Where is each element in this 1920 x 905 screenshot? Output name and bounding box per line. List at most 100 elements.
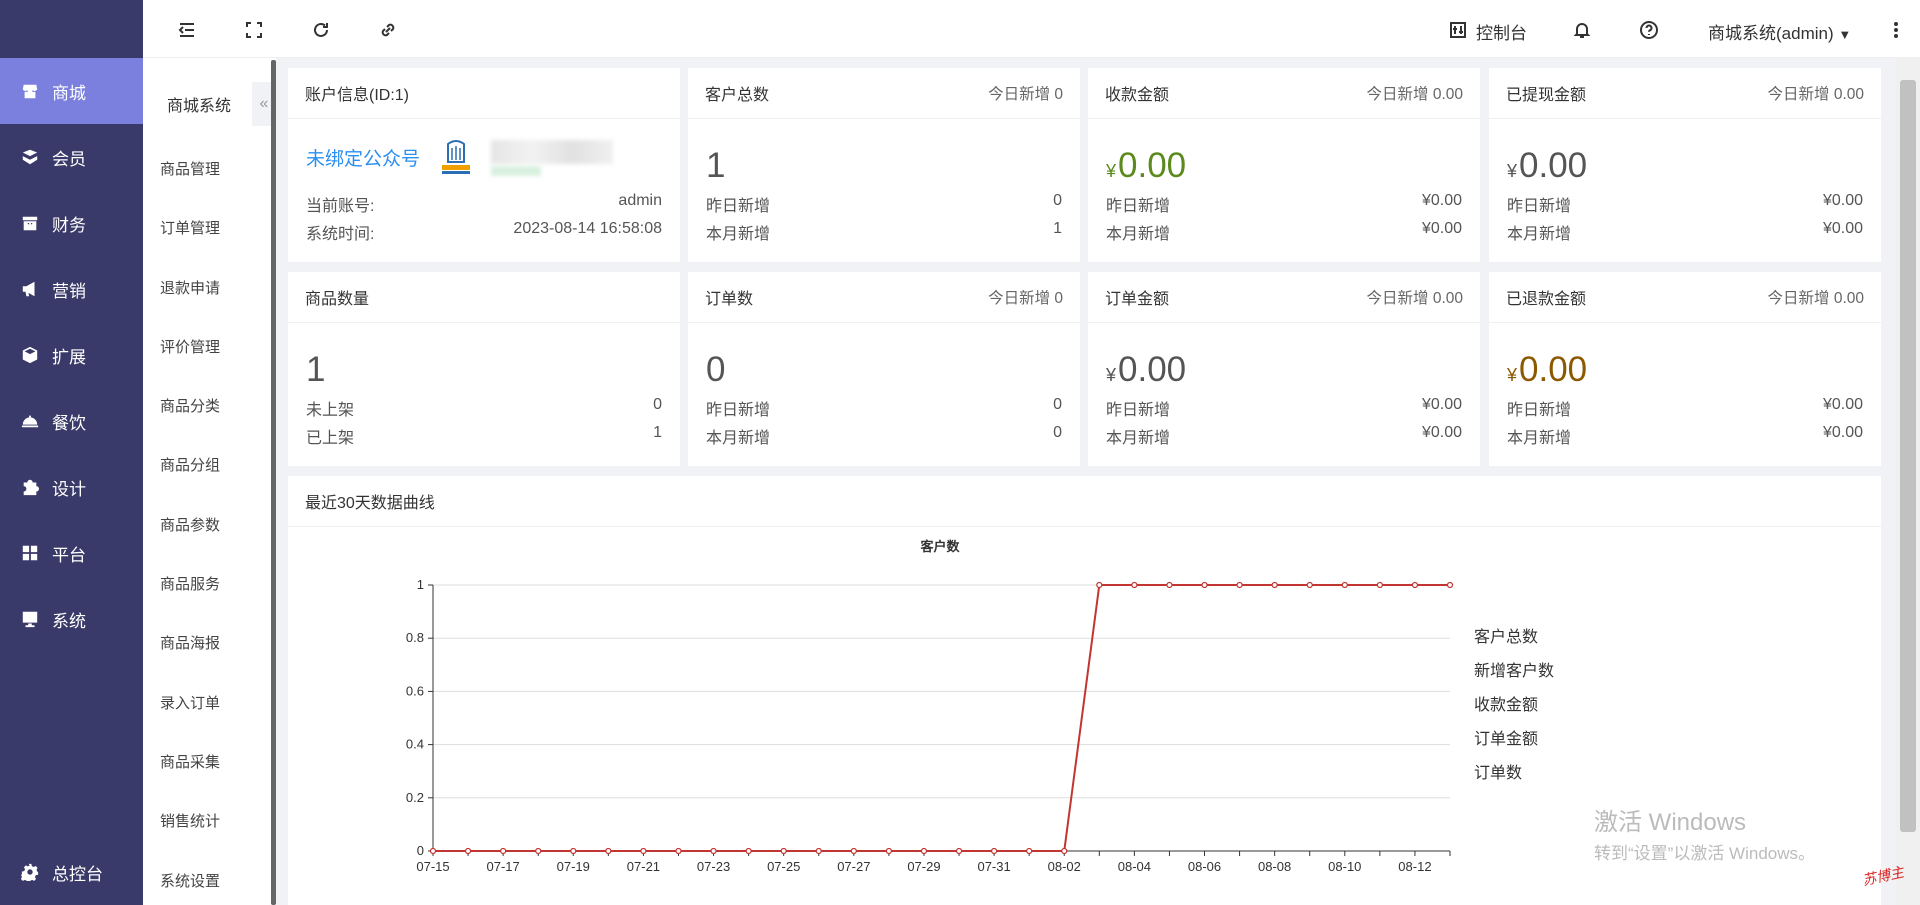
- watermark-line2: 转到“设置”以激活 Windows。: [1594, 844, 1816, 863]
- data-point: [780, 847, 787, 855]
- row-value: 1: [653, 424, 662, 441]
- x-tick-label: 07-27: [837, 859, 870, 874]
- sub-item-system-settings[interactable]: 系统设置: [160, 870, 220, 905]
- account-blurred-tag: [491, 166, 541, 176]
- yesterday-row: 昨日新增 ¥0.00: [1106, 396, 1462, 420]
- card-title: 商品数量: [305, 291, 370, 308]
- sidebar-item-design[interactable]: 设计: [0, 454, 143, 520]
- x-tick-label: 07-17: [487, 859, 520, 874]
- fullscreen-icon[interactable]: [244, 20, 264, 40]
- yen-symbol: ¥: [1106, 365, 1117, 385]
- user-menu[interactable]: 商城系统(admin) ▼: [1708, 19, 1851, 44]
- row-value: ¥0.00: [1822, 192, 1863, 209]
- sub-item-product-management[interactable]: 商品管理: [160, 158, 220, 217]
- sidebar-item-platform[interactable]: 平台: [0, 520, 143, 586]
- account-row: 当前账号: admin: [306, 192, 662, 216]
- yen-symbol: ¥: [1507, 161, 1518, 181]
- sub-item-product-poster[interactable]: 商品海报: [160, 632, 220, 691]
- megaphone-icon: [20, 279, 40, 299]
- sub-item-product-service[interactable]: 商品服务: [160, 573, 220, 632]
- sidebar-item-marketing[interactable]: 营销: [0, 256, 143, 322]
- row-label: 本月新增: [1507, 430, 1572, 447]
- x-tick-label: 07-31: [977, 859, 1010, 874]
- y-tick-label: 0.2: [406, 790, 424, 805]
- today-new: 今日新增 0.00: [1767, 86, 1864, 103]
- sub-item-sales-stats[interactable]: 销售统计: [160, 810, 220, 869]
- amount: 0.00: [1118, 146, 1187, 185]
- sidebar-item-label: 系统: [52, 611, 86, 631]
- x-tick-label: 07-15: [416, 859, 449, 874]
- sidebar-item-dashboard[interactable]: 总控台: [0, 839, 143, 905]
- sidebar-item-member[interactable]: 会员: [0, 124, 143, 190]
- today-new: 今日新增 0.00: [1366, 290, 1463, 307]
- receipts-card: 收款金额 今日新增 0.00 ¥0.00 昨日新增 ¥0.00 本月新增 ¥0.00: [1088, 68, 1480, 262]
- row-label: 昨日新增: [1507, 402, 1572, 419]
- sidebar-item-finance[interactable]: 财务: [0, 190, 143, 256]
- watermark-line1: 激活 Windows: [1594, 809, 1747, 836]
- data-point: [1446, 581, 1454, 589]
- page-scrollbar-thumb[interactable]: [1900, 80, 1916, 832]
- card-value: 0: [706, 350, 726, 389]
- data-point: [1411, 581, 1419, 589]
- card-header: 已退款金额 今日新增 0.00: [1489, 272, 1881, 323]
- legend-item: 收款金额: [1474, 696, 1538, 714]
- row-label: 昨日新增: [1106, 198, 1171, 215]
- bell-icon[interactable]: [1572, 20, 1592, 40]
- row-label: 本月新增: [1106, 430, 1171, 447]
- menu-fold-icon[interactable]: [177, 20, 197, 40]
- row-label: 本月新增: [1106, 226, 1171, 243]
- month-row: 本月新增 ¥0.00: [1507, 220, 1863, 244]
- console-link[interactable]: 控制台: [1476, 19, 1527, 44]
- sub-sidebar-scrollbar[interactable]: [271, 60, 276, 905]
- data-point: [1306, 581, 1313, 589]
- console-icon[interactable]: [1448, 20, 1468, 40]
- sub-item-refund-request[interactable]: 退款申请: [160, 277, 220, 336]
- sub-item-product-group[interactable]: 商品分组: [160, 454, 220, 513]
- refresh-icon[interactable]: [311, 20, 331, 40]
- link-icon[interactable]: [378, 20, 398, 40]
- data-point: [640, 847, 647, 855]
- sub-item-product-params[interactable]: 商品参数: [160, 514, 220, 573]
- data-point: [464, 847, 472, 855]
- sidebar-item-mall[interactable]: 商城: [0, 58, 143, 124]
- data-point: [1341, 581, 1348, 589]
- sub-item-product-category[interactable]: 商品分类: [160, 395, 220, 454]
- today-new: 今日新增 0: [988, 86, 1063, 103]
- sub-item-product-collect[interactable]: 商品采集: [160, 751, 220, 810]
- month-row: 本月新增 1: [706, 220, 1062, 244]
- time-row: 系统时间: 2023-08-14 16:58:08: [306, 220, 662, 244]
- more-vertical-icon[interactable]: [1886, 20, 1906, 40]
- sidebar-item-label: 平台: [52, 545, 86, 565]
- sub-item-enter-order[interactable]: 录入订单: [160, 692, 220, 751]
- row-value: ¥0.00: [1421, 192, 1462, 209]
- today-new: 今日新增 0: [988, 290, 1063, 307]
- row-value: 0: [1053, 396, 1062, 413]
- legend-item: 客户总数: [1474, 628, 1538, 646]
- sub-item-review-management[interactable]: 评价管理: [160, 336, 220, 395]
- data-point: [745, 847, 752, 855]
- y-tick-label: 1: [417, 577, 424, 592]
- card-value: 1: [306, 350, 326, 389]
- row-value: ¥0.00: [1822, 396, 1863, 413]
- data-point: [500, 847, 507, 855]
- bind-wechat-link[interactable]: 未绑定公众号: [306, 144, 420, 171]
- row-label: 系统时间:: [306, 226, 375, 243]
- row-value: 2023-08-14 16:58:08: [513, 220, 662, 237]
- row-label: 未上架: [306, 402, 355, 419]
- sidebar-item-label: 扩展: [52, 347, 86, 367]
- yesterday-row: 昨日新增 ¥0.00: [1507, 192, 1863, 216]
- x-tick-label: 08-02: [1048, 859, 1081, 874]
- x-tick-label: 08-06: [1188, 859, 1221, 874]
- row-label: 本月新增: [706, 430, 771, 447]
- row-value: 0: [1053, 424, 1062, 441]
- row-value: ¥0.00: [1421, 220, 1462, 237]
- sub-item-order-management[interactable]: 订单管理: [160, 217, 220, 276]
- sidebar-item-extension[interactable]: 扩展: [0, 322, 143, 388]
- card-title: 账户信息(ID:1): [305, 87, 410, 104]
- series-line: [433, 584, 1450, 852]
- dining-icon: [20, 411, 40, 431]
- data-point: [991, 847, 998, 855]
- sidebar-item-system[interactable]: 系统: [0, 586, 143, 652]
- help-icon[interactable]: [1639, 20, 1659, 40]
- sidebar-item-dining[interactable]: 餐饮: [0, 388, 143, 454]
